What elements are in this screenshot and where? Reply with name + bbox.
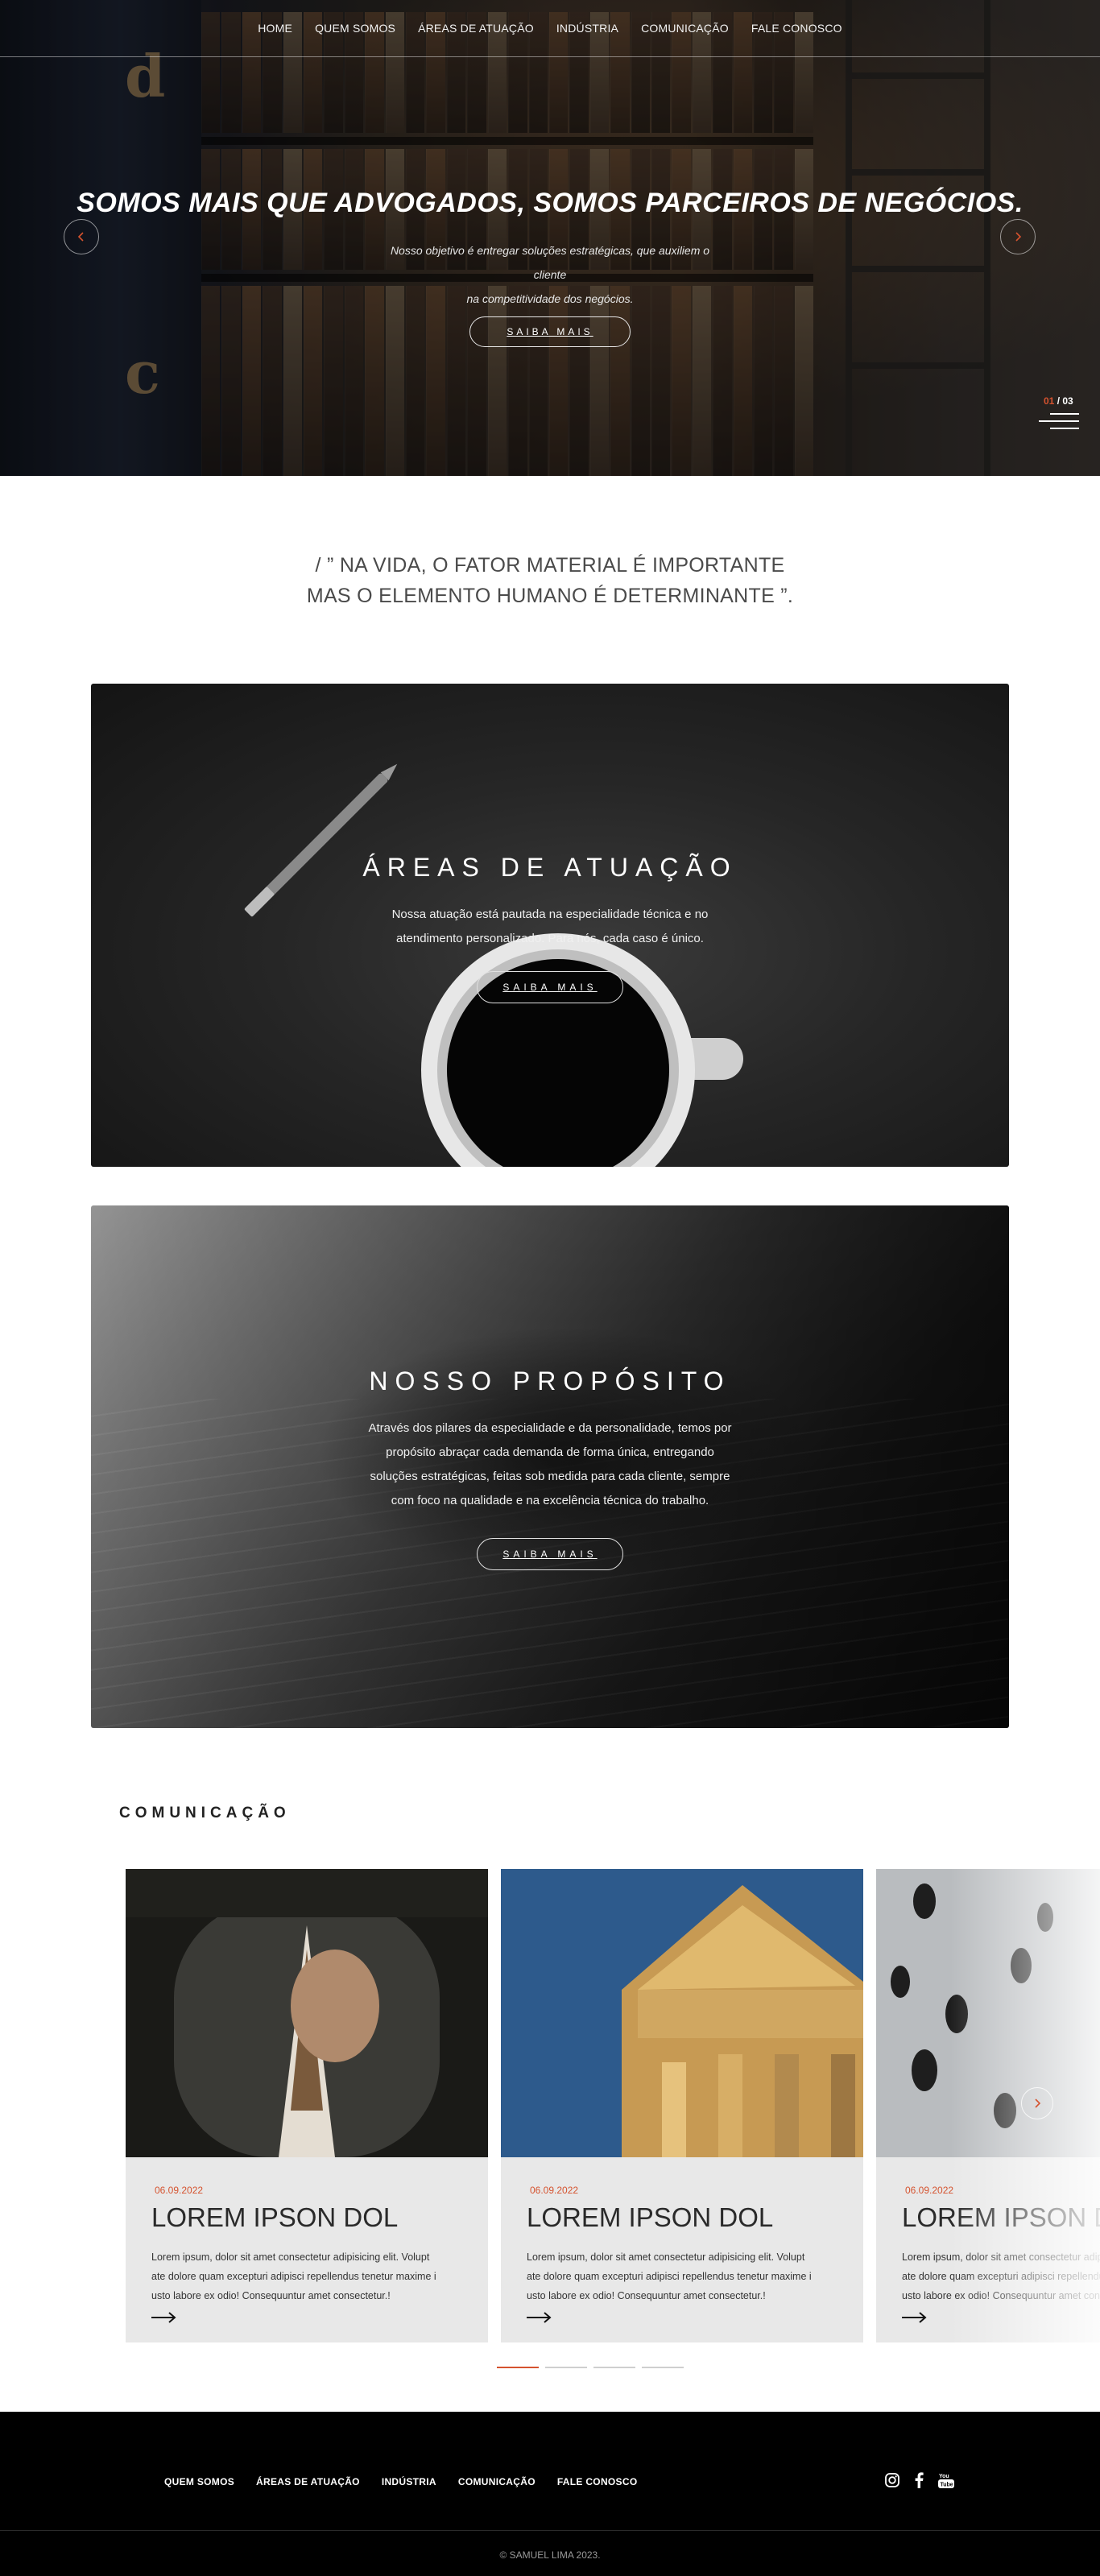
post-excerpt-line: Lorem ipsum, dolor sit amet consectetur … — [527, 2251, 805, 2263]
feature-text-line: atendimento personalizado. Para nós, cad… — [396, 932, 704, 945]
post-date: 06.09.2022 — [905, 2185, 954, 2196]
carousel-next-button[interactable] — [1021, 2087, 1053, 2119]
copyright: © SAMUEL LIMA 2023. — [499, 2549, 601, 2561]
post-excerpt-line: ate dolore quam excepturi adipisci repel… — [151, 2271, 436, 2282]
post-title: LOREM IPSON DOL — [902, 2202, 1100, 2232]
post-date: 06.09.2022 — [530, 2185, 579, 2196]
nav-comunicacao[interactable]: COMUNICAÇÃO — [641, 22, 729, 35]
hero-slide-separator: / — [1054, 395, 1063, 407]
carousel-dot[interactable] — [545, 2367, 587, 2368]
post-excerpt-line: usto labore ex odio! Consequuntur amet c… — [151, 2290, 391, 2301]
feature-text-line: propósito abraçar cada demanda de forma … — [386, 1445, 714, 1459]
arrow-right-icon[interactable] — [151, 2311, 177, 2324]
carousel-dot[interactable] — [497, 2367, 539, 2368]
footer-nav-quem-somos[interactable]: QUEM SOMOS — [164, 2476, 234, 2487]
hero-title: SOMOS MAIS QUE ADVOGADOS, SOMOS PARCEIRO… — [77, 188, 1023, 218]
footer-divider — [0, 2530, 1100, 2531]
footer-nav-fale-conosco[interactable]: FALE CONOSCO — [557, 2476, 638, 2487]
post-excerpt-line: Lorem ipsum, dolor sit amet consectetur … — [151, 2251, 430, 2263]
hero-subtitle-line: na competitividade dos negócios. — [466, 292, 634, 305]
hero-subtitle: Nosso objetivo é entregar soluções estra… — [389, 238, 711, 311]
instagram-icon[interactable] — [884, 2472, 900, 2488]
nav-industria[interactable]: INDÚSTRIA — [556, 22, 618, 35]
feature-saiba-mais-button[interactable]: SAIBA MAIS — [477, 1538, 623, 1570]
feature-saiba-mais-button[interactable]: SAIBA MAIS — [477, 971, 623, 1003]
post-image-courthouse — [501, 1869, 863, 2157]
post-title: LOREM IPSON DOL — [151, 2202, 399, 2232]
chevron-right-icon — [1035, 2098, 1041, 2108]
footer-nav-areas-de-atuacao[interactable]: ÁREAS DE ATUAÇÃO — [256, 2476, 360, 2487]
chevron-right-icon — [1015, 232, 1022, 242]
post-card[interactable]: 06.09.2022 LOREM IPSON DOL Lorem ipsum, … — [126, 1869, 488, 2342]
footer-nav-industria[interactable]: INDÚSTRIA — [382, 2476, 436, 2487]
footer-nav-comunicacao[interactable]: COMUNICAÇÃO — [458, 2476, 536, 2487]
feature-title: NOSSO PROPÓSITO — [369, 1367, 731, 1396]
social-links: You Tube — [884, 2471, 955, 2489]
post-excerpt-line: usto labore ex odio! Consequuntur amet c… — [902, 2290, 1100, 2301]
footer-nav: QUEM SOMOS ÁREAS DE ATUAÇÃO INDÚSTRIA CO… — [164, 2476, 637, 2487]
nav-quem-somos[interactable]: QUEM SOMOS — [315, 22, 395, 35]
quote-line: MAS O ELEMENTO HUMANO É DETERMINANTE ”. — [306, 585, 794, 607]
nav-home[interactable]: HOME — [258, 22, 292, 35]
carousel-dot[interactable] — [593, 2367, 635, 2368]
post-image-crowd — [876, 1869, 1100, 2157]
post-title: LOREM IPSON DOL — [527, 2202, 774, 2232]
post-excerpt: Lorem ipsum, dolor sit amet consectetur … — [151, 2247, 465, 2305]
svg-text:You: You — [939, 2474, 949, 2479]
hero-slide-current: 01 — [1044, 395, 1055, 407]
hero-saiba-mais-button[interactable]: SAIBA MAIS — [469, 316, 631, 347]
arrow-right-icon[interactable] — [902, 2311, 928, 2324]
footer: QUEM SOMOS ÁREAS DE ATUAÇÃO INDÚSTRIA CO… — [0, 2412, 1100, 2576]
hero-subtitle-line: Nosso objetivo é entregar soluções estra… — [390, 244, 710, 281]
post-excerpt-line: ate dolore quam excepturi adipisci repel… — [527, 2271, 812, 2282]
post-excerpt: Lorem ipsum, dolor sit amet consectetur … — [527, 2247, 841, 2305]
svg-text:Tube: Tube — [941, 2483, 953, 2488]
feature-text-line: Através dos pilares da especialidade e d… — [368, 1421, 732, 1435]
carousel-dot[interactable] — [642, 2367, 684, 2368]
section-title-comunicacao: COMUNICAÇÃO — [119, 1805, 291, 1821]
post-image-suit — [126, 1869, 488, 2157]
hero-next-button[interactable] — [1000, 219, 1036, 254]
quote: / ” NA VIDA, O FATOR MATERIAL É IMPORTAN… — [0, 550, 1100, 611]
arrow-right-icon[interactable] — [527, 2311, 552, 2324]
feature-title: ÁREAS DE ATUAÇÃO — [362, 853, 738, 882]
hero-slide-total: 03 — [1062, 395, 1073, 407]
hero-prev-button[interactable] — [64, 219, 99, 254]
carousel-pagination — [497, 2367, 684, 2368]
feature-nosso-proposito: NOSSO PROPÓSITO Através dos pilares da e… — [91, 1205, 1009, 1728]
post-excerpt-line: Lorem ipsum, dolor sit amet consectetur … — [902, 2251, 1100, 2263]
post-excerpt-line: usto labore ex odio! Consequuntur amet c… — [527, 2290, 766, 2301]
youtube-icon[interactable]: You Tube — [937, 2471, 955, 2489]
quote-line: / ” NA VIDA, O FATOR MATERIAL É IMPORTAN… — [315, 554, 785, 577]
hero-slide-counter: 01 / 03 — [1044, 395, 1073, 407]
nav-areas-de-atuacao[interactable]: ÁREAS DE ATUAÇÃO — [418, 22, 534, 35]
feature-text-line: com foco na qualidade e na excelência té… — [391, 1494, 709, 1507]
hero-slider: d c HOME QUEM SOMOS ÁREAS DE ATUAÇÃO IND… — [0, 0, 1100, 476]
nav-fale-conosco[interactable]: FALE CONOSCO — [751, 22, 842, 35]
post-excerpt: Lorem ipsum, dolor sit amet consectetur … — [902, 2247, 1100, 2305]
post-card[interactable]: 06.09.2022 LOREM IPSON DOL Lorem ipsum, … — [876, 1869, 1100, 2342]
feature-text: Através dos pilares da especialidade e d… — [308, 1416, 792, 1513]
main-nav: HOME QUEM SOMOS ÁREAS DE ATUAÇÃO INDÚSTR… — [0, 0, 1100, 57]
chevron-left-icon — [77, 232, 84, 242]
page: d c HOME QUEM SOMOS ÁREAS DE ATUAÇÃO IND… — [0, 0, 1100, 2576]
post-date: 06.09.2022 — [155, 2185, 204, 2196]
feature-text-line: Nossa atuação está pautada na especialid… — [391, 908, 709, 921]
facebook-icon[interactable] — [913, 2472, 924, 2488]
feature-text: Nossa atuação está pautada na especialid… — [308, 903, 792, 951]
hamburger-menu-icon[interactable] — [1039, 413, 1079, 435]
post-card[interactable]: 06.09.2022 LOREM IPSON DOL Lorem ipsum, … — [501, 1869, 863, 2342]
post-excerpt-line: ate dolore quam excepturi adipisci repel… — [902, 2271, 1100, 2282]
feature-text-line: soluções estratégicas, feitas sob medida… — [370, 1470, 730, 1483]
feature-areas-de-atuacao: ÁREAS DE ATUAÇÃO Nossa atuação está paut… — [91, 684, 1009, 1167]
